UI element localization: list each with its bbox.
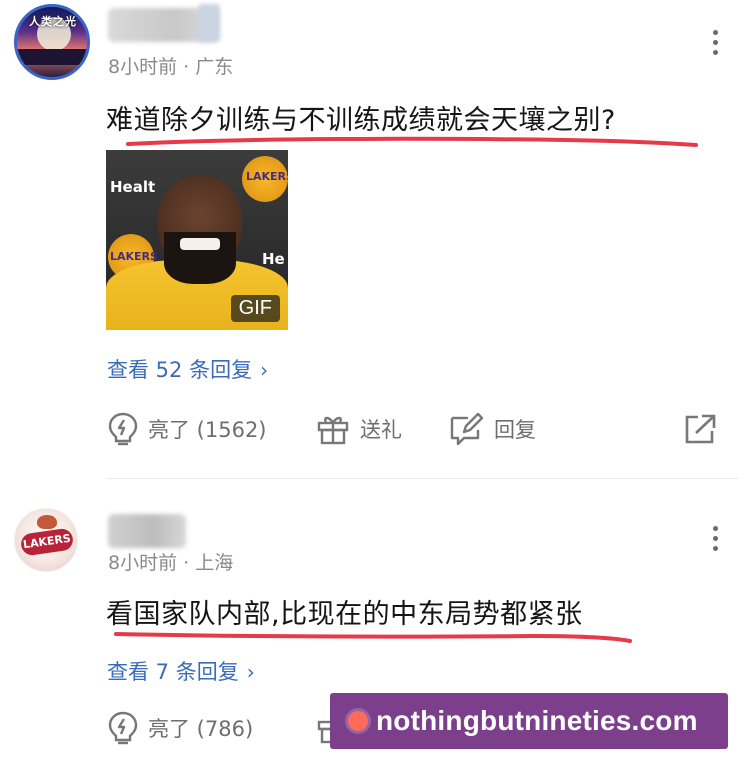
watermark-text: nothingbutnineties.com bbox=[376, 705, 698, 736]
red-underline-annotation bbox=[114, 632, 632, 643]
red-underline-annotation bbox=[126, 136, 698, 147]
comment-item: 人类之光 8小时前 · 广东 难道除夕训练与不训练成绩就会天壤之别? Healt… bbox=[0, 0, 739, 470]
avatar-caption: 人类之光 bbox=[29, 15, 77, 28]
like-button[interactable]: 亮了 (786) bbox=[108, 706, 253, 750]
avatar[interactable]: 人类之光 bbox=[14, 4, 90, 80]
like-count-label: 亮了 (786) bbox=[148, 717, 254, 741]
reply-button[interactable]: 回复 bbox=[448, 407, 536, 451]
comment-divider bbox=[106, 478, 739, 479]
thumb-team-text: LAKERS bbox=[246, 170, 288, 183]
avatar[interactable]: LAKERS bbox=[14, 508, 78, 572]
more-vertical-icon[interactable] bbox=[713, 30, 719, 60]
watermark-dot-icon bbox=[348, 711, 368, 731]
comment-actions: 亮了 (1562) 送礼 回复 bbox=[0, 407, 739, 451]
comment-text: 看国家队内部,比现在的中东局势都紧张 bbox=[106, 599, 583, 630]
lightbulb-icon bbox=[108, 711, 138, 745]
username-blurred-badge bbox=[198, 4, 220, 42]
comment-text: 难道除夕训练与不训练成绩就会天壤之别? bbox=[106, 105, 616, 136]
username-blurred[interactable] bbox=[108, 514, 186, 548]
edit-reply-icon bbox=[450, 412, 484, 446]
thumb-sponsor-text-2: He bbox=[262, 250, 285, 268]
view-replies-label: 查看 7 条回复 bbox=[107, 660, 239, 684]
comment-meta: 8小时前 · 上海 bbox=[108, 552, 234, 574]
avatar-caption: LAKERS bbox=[19, 527, 75, 557]
gift-icon bbox=[317, 416, 349, 445]
gif-thumbnail[interactable]: Healt He LAKERS LAKERS GIF bbox=[106, 150, 288, 330]
more-vertical-icon[interactable] bbox=[713, 526, 719, 556]
view-replies-link[interactable]: 查看 52 条回复 › bbox=[107, 354, 268, 384]
comment-meta: 8小时前 · 广东 bbox=[108, 56, 234, 78]
view-replies-label: 查看 52 条回复 bbox=[107, 358, 253, 382]
gift-button[interactable]: 送礼 bbox=[316, 407, 402, 451]
chevron-right-icon: › bbox=[260, 358, 269, 382]
reply-label: 回复 bbox=[494, 418, 536, 442]
share-icon bbox=[685, 414, 716, 444]
gif-badge: GIF bbox=[230, 295, 280, 322]
gift-label: 送礼 bbox=[360, 418, 402, 442]
like-button[interactable]: 亮了 (1562) bbox=[108, 407, 267, 451]
watermark-banner: nothingbutnineties.com bbox=[330, 693, 728, 749]
thumb-sponsor-text: Healt bbox=[110, 178, 156, 196]
like-count-label: 亮了 (1562) bbox=[148, 418, 267, 442]
share-button[interactable] bbox=[684, 407, 728, 451]
chevron-right-icon: › bbox=[246, 660, 255, 684]
view-replies-link[interactable]: 查看 7 条回复 › bbox=[107, 656, 255, 686]
lightbulb-icon bbox=[108, 412, 138, 446]
